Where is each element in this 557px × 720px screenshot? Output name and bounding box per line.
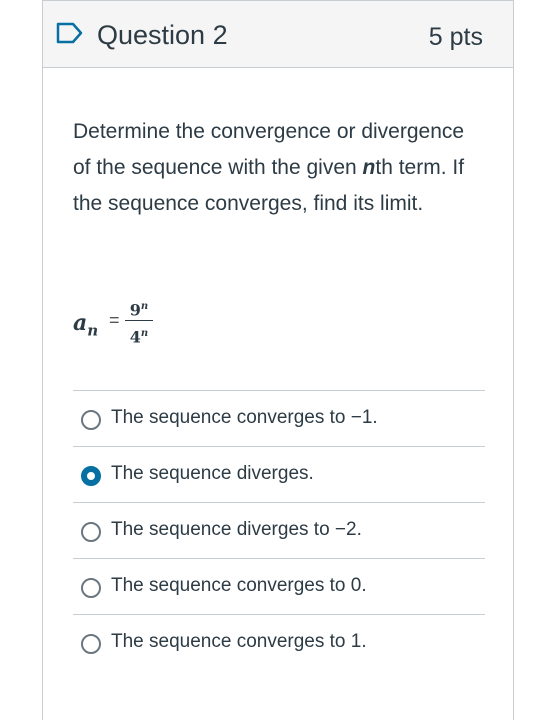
question-header: Question 2 5 pts <box>43 0 513 68</box>
question-points: 5 pts <box>428 23 483 51</box>
question-card: Question 2 5 pts Determine the convergen… <box>42 0 514 720</box>
sequence-formula: an = 9n 4n <box>73 296 193 356</box>
question-prompt: Determine the convergence or divergence … <box>73 114 473 222</box>
answer-label[interactable]: The sequence converges to 1. <box>111 629 367 655</box>
answer-option[interactable]: The sequence diverges to −2. <box>73 503 485 559</box>
formula-equals: = <box>109 310 120 330</box>
answer-option[interactable]: The sequence converges to −1. <box>73 391 485 447</box>
radio-button[interactable] <box>81 578 101 598</box>
formula-numerator: 9n <box>129 300 149 320</box>
radio-button[interactable] <box>81 410 101 430</box>
formula-lhs: an <box>73 310 99 340</box>
radio-button[interactable] <box>81 522 101 542</box>
answer-label[interactable]: The sequence diverges to −2. <box>111 517 362 543</box>
answer-label[interactable]: The sequence converges to 0. <box>111 573 367 599</box>
radio-button[interactable] <box>81 634 101 654</box>
answer-list: The sequence converges to −1. The sequen… <box>73 390 485 671</box>
fraction-bar <box>125 320 153 321</box>
formula-fraction: 9n 4n <box>125 296 153 347</box>
answer-label[interactable]: The sequence converges to −1. <box>111 405 378 431</box>
formula-denominator: 4n <box>129 327 149 347</box>
prompt-bold-n: n <box>362 156 376 179</box>
flag-outline-icon[interactable] <box>55 21 85 45</box>
answer-option[interactable]: The sequence converges to 1. <box>73 615 485 671</box>
radio-button-selected[interactable] <box>81 466 101 486</box>
answer-option[interactable]: The sequence diverges. <box>73 447 485 503</box>
answer-option[interactable]: The sequence converges to 0. <box>73 559 485 615</box>
answer-label[interactable]: The sequence diverges. <box>111 461 314 487</box>
question-title: Question 2 <box>97 20 228 50</box>
